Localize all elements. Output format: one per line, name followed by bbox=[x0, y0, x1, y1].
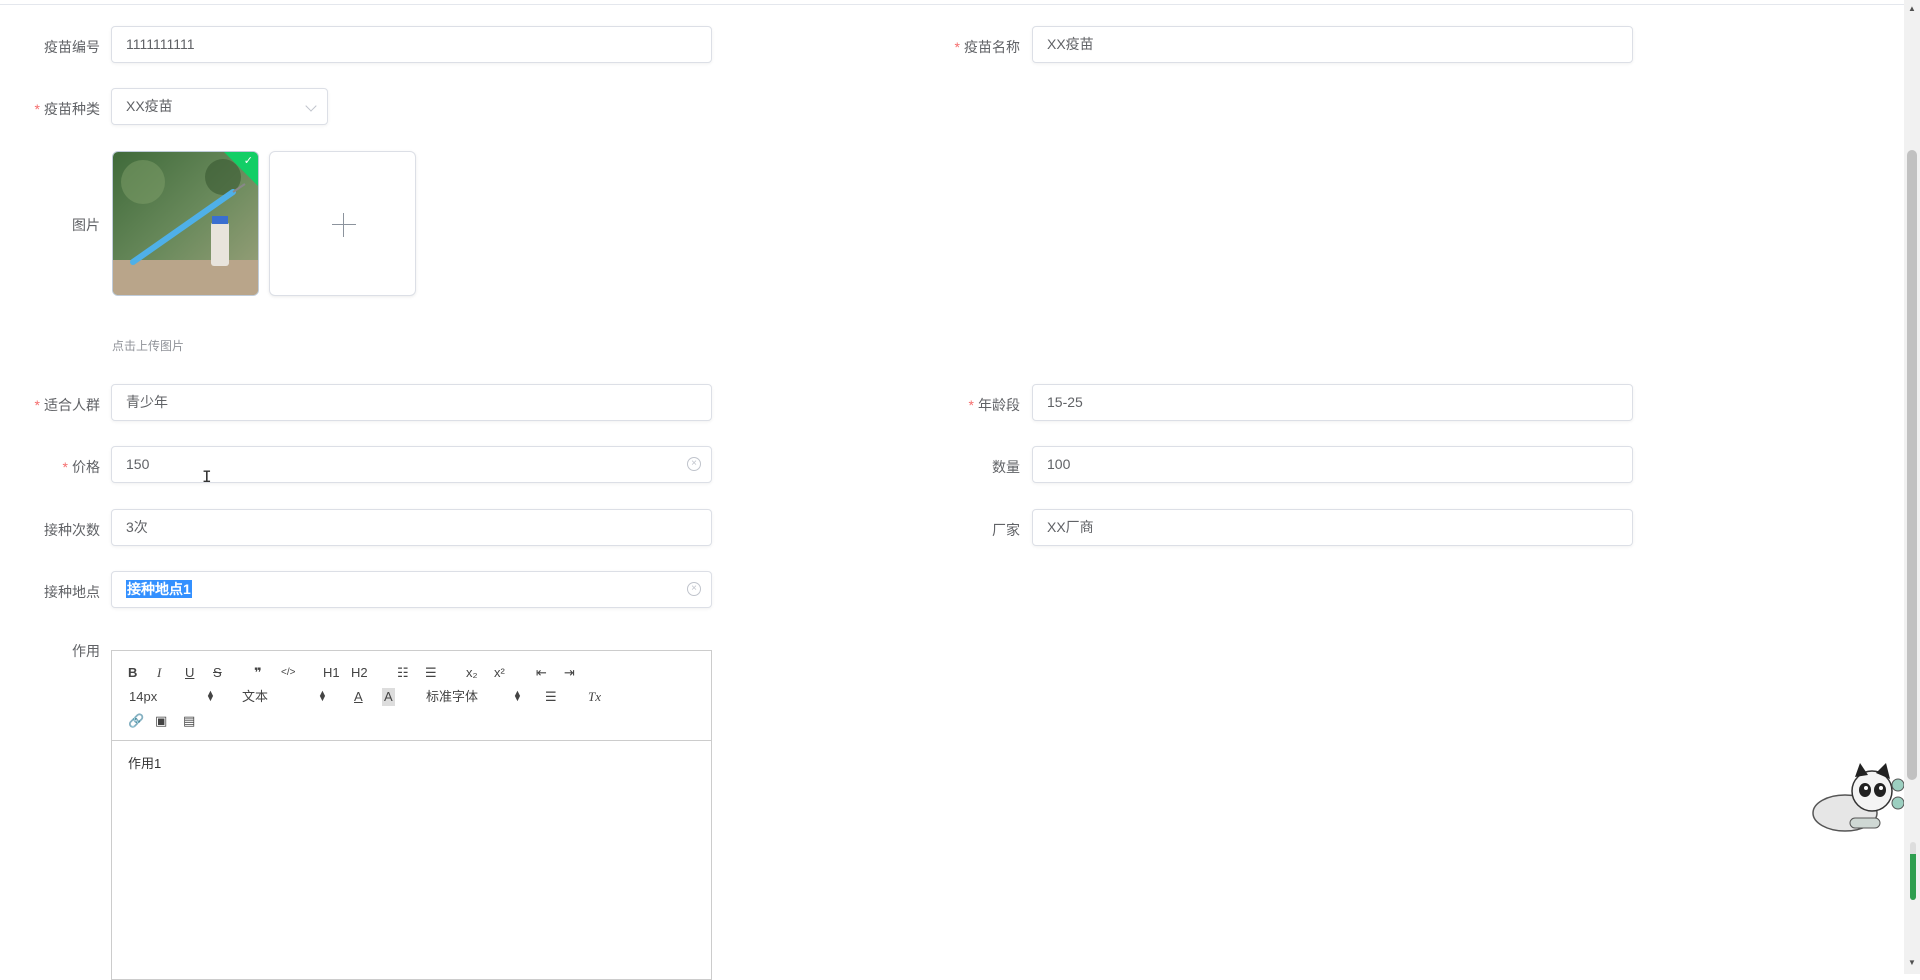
font-color-icon[interactable]: A bbox=[354, 688, 363, 706]
bullet-list-icon[interactable]: ☰ bbox=[425, 664, 437, 682]
underline-button[interactable]: U bbox=[185, 664, 194, 682]
header-1-button[interactable]: H1 bbox=[323, 664, 340, 682]
vaccine-code-label: 疫苗编号 bbox=[44, 39, 100, 55]
bold-button[interactable]: B bbox=[128, 664, 137, 682]
page-scrollbar[interactable]: ▲ ▼ bbox=[1904, 0, 1920, 974]
add-image-button[interactable] bbox=[269, 151, 416, 296]
check-icon: ✓ bbox=[243, 155, 253, 167]
doses-input[interactable]: 3次 bbox=[111, 509, 712, 546]
image-icon[interactable]: ▣ bbox=[155, 712, 167, 730]
vaccine-type-label: * 疫苗种类 bbox=[34, 101, 100, 117]
font-size-picker[interactable]: 14px bbox=[129, 688, 157, 706]
age-range-input[interactable]: 15-25 bbox=[1032, 384, 1633, 421]
location-label: 接种地点 bbox=[44, 584, 100, 600]
subscript-button[interactable]: x₂ bbox=[466, 664, 478, 682]
plus-icon bbox=[332, 224, 356, 225]
outdent-icon[interactable]: ⇤ bbox=[536, 664, 547, 682]
blockquote-button[interactable]: ❞ bbox=[254, 664, 262, 682]
mascot-widget[interactable] bbox=[1810, 763, 1905, 835]
age-range-label: * 年龄段 bbox=[968, 397, 1020, 413]
cat-mascot-icon bbox=[1812, 763, 1905, 832]
italic-button[interactable]: I bbox=[157, 664, 161, 682]
superscript-button[interactable]: x² bbox=[494, 664, 505, 682]
audience-input[interactable]: 青少年 bbox=[111, 384, 712, 421]
clean-format-icon[interactable]: Tx bbox=[588, 688, 601, 706]
vaccine-name-input[interactable]: XX疫苗 bbox=[1032, 26, 1633, 63]
updown-icon: ▲ ▼ bbox=[513, 688, 522, 703]
quantity-input[interactable]: 100 bbox=[1032, 446, 1633, 483]
price-label: * 价格 bbox=[62, 459, 100, 475]
uploaded-image-thumbnail[interactable]: ✓ bbox=[112, 151, 259, 296]
indent-icon[interactable]: ⇥ bbox=[564, 664, 575, 682]
link-icon[interactable]: 🔗 bbox=[128, 712, 144, 730]
header-2-button[interactable]: H2 bbox=[351, 664, 368, 682]
background-color-icon[interactable]: A bbox=[382, 688, 395, 706]
code-block-button[interactable]: </> bbox=[281, 664, 295, 682]
font-family-picker[interactable]: 标准字体 bbox=[426, 688, 478, 706]
updown-icon: ▲ ▼ bbox=[206, 688, 215, 703]
editor-toolbar: B I U S ❞ </> H1 H2 ☷ ☰ x₂ x² ⇤ ⇥ 14px ▲… bbox=[112, 651, 711, 741]
doses-label: 接种次数 bbox=[44, 522, 100, 538]
video-icon[interactable]: ▤ bbox=[183, 712, 195, 730]
location-input[interactable]: 接种地点1 × bbox=[111, 571, 712, 608]
audience-label: * 适合人群 bbox=[34, 397, 100, 413]
side-gauge bbox=[1910, 842, 1916, 900]
manufacturer-input[interactable]: XX厂商 bbox=[1032, 509, 1633, 546]
quantity-label: 数量 bbox=[992, 459, 1020, 475]
clear-icon[interactable]: × bbox=[687, 582, 701, 596]
scroll-up-icon[interactable]: ▲ bbox=[1908, 4, 1916, 13]
side-gauge-fill bbox=[1910, 853, 1916, 900]
vaccine-type-select[interactable]: XX疫苗 bbox=[111, 88, 328, 125]
upload-tip: 点击上传图片 bbox=[112, 339, 185, 353]
clear-icon[interactable]: × bbox=[687, 457, 701, 471]
selected-text: 接种地点1 bbox=[126, 580, 192, 598]
editor-content[interactable]: 作用1 bbox=[128, 753, 161, 772]
vaccine-edit-form: 疫苗编号 1111111111 * 疫苗名称 XX疫苗 * 疫苗种类 XX疫苗 图片 bbox=[0, 0, 1904, 980]
effect-rich-text-editor: B I U S ❞ </> H1 H2 ☷ ☰ x₂ x² ⇤ ⇥ 14px ▲… bbox=[111, 650, 712, 980]
vaccine-code-input[interactable]: 1111111111 bbox=[111, 26, 712, 63]
strike-button[interactable]: S bbox=[213, 664, 222, 682]
image-label: 图片 bbox=[72, 217, 100, 233]
vaccine-name-label: * 疫苗名称 bbox=[954, 39, 1020, 55]
scroll-down-icon[interactable]: ▼ bbox=[1908, 958, 1916, 967]
align-icon[interactable]: ☰ bbox=[545, 688, 557, 706]
block-format-picker[interactable]: 文本 bbox=[242, 688, 268, 706]
scrollbar-thumb[interactable] bbox=[1907, 150, 1917, 780]
ordered-list-icon[interactable]: ☷ bbox=[397, 664, 409, 682]
chevron-down-icon bbox=[305, 100, 317, 112]
text-cursor-icon: I bbox=[202, 467, 212, 486]
updown-icon: ▲ ▼ bbox=[318, 688, 327, 703]
manufacturer-label: 厂家 bbox=[992, 522, 1020, 538]
effect-label: 作用 bbox=[72, 643, 100, 659]
